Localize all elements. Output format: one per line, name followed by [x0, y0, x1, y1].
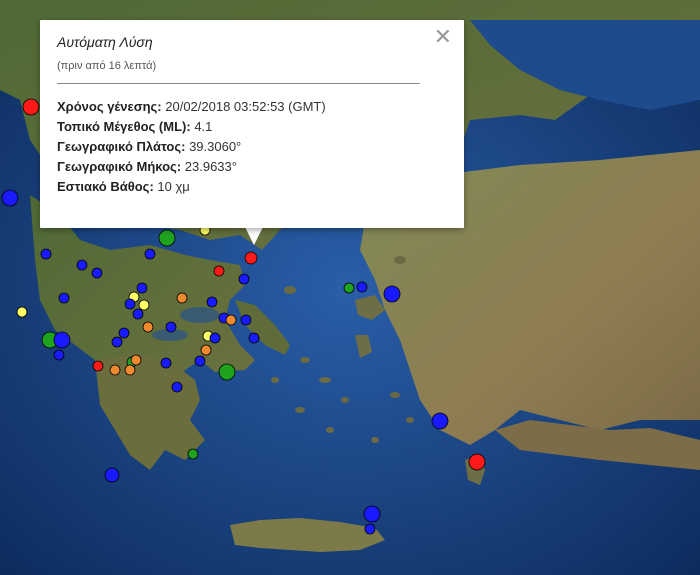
earthquake-marker-green[interactable]	[218, 363, 236, 381]
earthquake-marker-blue[interactable]	[144, 248, 156, 260]
popup-pointer	[245, 227, 263, 245]
earthquake-marker-orange[interactable]	[176, 292, 188, 304]
close-icon[interactable]: ✕	[434, 26, 452, 48]
earthquake-marker-blue[interactable]	[76, 259, 88, 271]
depth-value: 10 χμ	[157, 179, 190, 194]
earthquake-marker-blue[interactable]	[194, 355, 206, 367]
latitude-row: Γεωγραφικό Πλάτος: 39.3060°	[57, 137, 464, 157]
popup-title: Αυτόματη Λύση	[57, 34, 153, 50]
origin-time-label: Χρόνος γένεσης:	[57, 99, 162, 114]
earthquake-marker-blue[interactable]	[111, 336, 123, 348]
earthquake-marker-blue[interactable]	[383, 285, 401, 303]
earthquake-marker-orange[interactable]	[225, 314, 237, 326]
earthquake-marker-blue[interactable]	[171, 381, 183, 393]
earthquake-marker-blue[interactable]	[431, 412, 449, 430]
earthquake-marker-blue[interactable]	[165, 321, 177, 333]
earthquake-marker-yellow[interactable]	[16, 306, 28, 318]
earthquake-marker-blue[interactable]	[160, 357, 172, 369]
earthquake-marker-orange[interactable]	[130, 354, 142, 366]
earthquake-marker-red[interactable]	[92, 360, 104, 372]
magnitude-label: Τοπικό Μέγεθος (ML):	[57, 119, 191, 134]
earthquake-marker-blue[interactable]	[136, 282, 148, 294]
earthquake-marker-orange[interactable]	[200, 344, 212, 356]
longitude-value: 23.9633°	[184, 159, 237, 174]
latitude-label: Γεωγραφικό Πλάτος:	[57, 139, 186, 154]
popup-subtitle: (πριν από 16 λεπτά)	[57, 60, 157, 72]
earthquake-marker-blue[interactable]	[238, 273, 250, 285]
earthquake-marker-blue[interactable]	[58, 292, 70, 304]
origin-time-value: 20/02/2018 03:52:53 (GMT)	[165, 99, 326, 114]
earthquake-marker-blue[interactable]	[53, 349, 65, 361]
magnitude-row: Τοπικό Μέγεθος (ML): 4.1	[57, 117, 464, 137]
earthquake-marker-red[interactable]	[244, 251, 258, 265]
latitude-value: 39.3060°	[189, 139, 242, 154]
earthquake-marker-orange[interactable]	[142, 321, 154, 333]
earthquake-marker-yellow[interactable]	[138, 299, 150, 311]
earthquake-marker-blue[interactable]	[364, 523, 376, 535]
longitude-row: Γεωγραφικό Μήκος: 23.9633°	[57, 157, 464, 177]
earthquake-marker-orange[interactable]	[109, 364, 121, 376]
earthquake-marker-blue[interactable]	[104, 467, 120, 483]
earthquake-marker-red[interactable]	[22, 98, 40, 116]
earthquake-marker-blue[interactable]	[124, 298, 136, 310]
divider	[57, 83, 420, 84]
earthquake-marker-blue[interactable]	[248, 332, 260, 344]
earthquake-marker-blue[interactable]	[209, 332, 221, 344]
earthquake-info-popup: Αυτόματη Λύση (πριν από 16 λεπτά) Χρόνος…	[40, 20, 464, 228]
earthquake-marker-blue[interactable]	[356, 281, 368, 293]
earthquake-marker-blue[interactable]	[363, 505, 381, 523]
depth-row: Εστιακό Βάθος: 10 χμ	[57, 177, 464, 197]
earthquake-marker-green[interactable]	[343, 282, 355, 294]
earthquake-marker-blue[interactable]	[40, 248, 52, 260]
earthquake-marker-green[interactable]	[158, 229, 176, 247]
earthquake-marker-blue[interactable]	[240, 314, 252, 326]
earthquake-marker-blue[interactable]	[132, 308, 144, 320]
earthquake-marker-blue[interactable]	[1, 189, 19, 207]
magnitude-value: 4.1	[194, 119, 213, 134]
earthquake-marker-red[interactable]	[213, 265, 225, 277]
earthquake-marker-blue[interactable]	[53, 331, 71, 349]
earthquake-marker-green[interactable]	[187, 448, 199, 460]
earthquake-marker-blue[interactable]	[118, 327, 130, 339]
earthquake-marker-blue[interactable]	[206, 296, 218, 308]
longitude-label: Γεωγραφικό Μήκος:	[57, 159, 182, 174]
depth-label: Εστιακό Βάθος:	[57, 179, 154, 194]
earthquake-marker-blue[interactable]	[91, 267, 103, 279]
earthquake-marker-red[interactable]	[468, 453, 486, 471]
earthquake-marker-orange[interactable]	[124, 364, 136, 376]
origin-time-row: Χρόνος γένεσης: 20/02/2018 03:52:53 (GMT…	[57, 97, 464, 117]
